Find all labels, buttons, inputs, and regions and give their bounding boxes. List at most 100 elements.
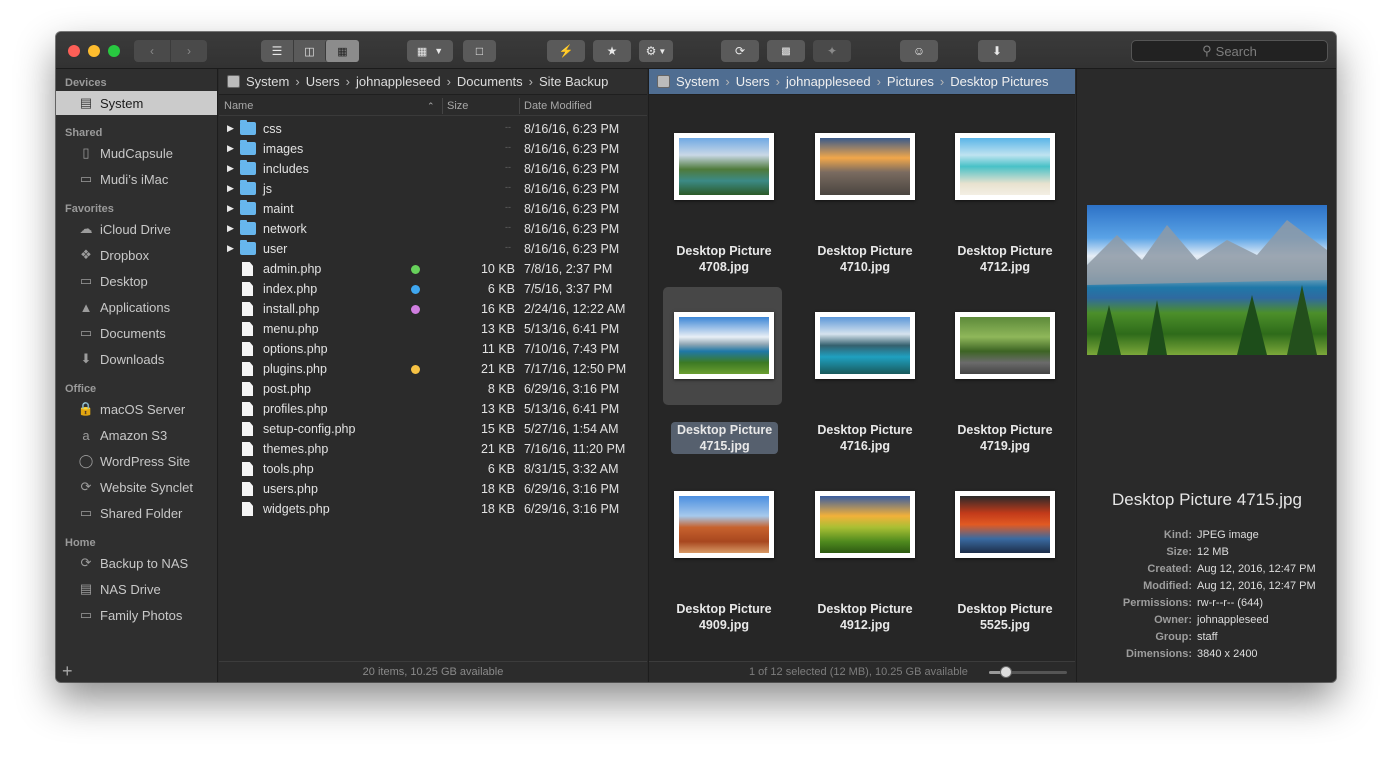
sidebar-item-macos-server[interactable]: 🔒 macOS Server — [56, 397, 217, 421]
file-row[interactable]: admin.php 10 KB 7/8/16, 2:37 PM — [219, 259, 647, 279]
sidebar-item-backup-to-nas[interactable]: ⟳ Backup to NAS — [56, 551, 217, 575]
image-caption[interactable]: Desktop Picture 4708.jpg — [664, 243, 784, 275]
file-row[interactable]: themes.php 21 KB 7/16/16, 11:20 PM — [219, 439, 647, 459]
image-caption[interactable]: Desktop Picture 4719.jpg — [945, 422, 1065, 454]
sidebar-item-documents[interactable]: ▭ Documents — [56, 321, 217, 345]
image-thumbnail[interactable] — [815, 133, 915, 200]
image-thumbnail[interactable] — [674, 312, 774, 379]
sidebar-item-applications[interactable]: ▲ Applications — [56, 295, 217, 319]
disclosure-triangle-icon[interactable]: ▶ — [227, 183, 234, 194]
new-file-button[interactable]: □ — [463, 40, 496, 62]
forward-button[interactable]: › — [170, 40, 207, 62]
image-thumbnail[interactable] — [955, 312, 1055, 379]
zoom-window-button[interactable] — [108, 45, 120, 57]
disclosure-triangle-icon[interactable]: ▶ — [227, 223, 234, 234]
file-row[interactable]: widgets.php 18 KB 6/29/16, 3:16 PM — [219, 499, 647, 519]
image-caption[interactable]: Desktop Picture 4712.jpg — [945, 243, 1065, 275]
sidebar-item-icloud-drive[interactable]: ☁ iCloud Drive — [56, 217, 217, 241]
breadcrumb-item[interactable]: › Users — [719, 74, 769, 89]
breadcrumb-item[interactable]: › johnappleseed — [340, 74, 441, 89]
disclosure-triangle-icon[interactable]: ▶ — [227, 123, 234, 134]
sidebar-item-shared-folder[interactable]: ▭ Shared Folder — [56, 501, 217, 525]
file-row[interactable]: install.php 16 KB 2/24/16, 12:22 AM — [219, 299, 647, 319]
icon-view-button[interactable]: ▦ — [325, 40, 359, 62]
disclosure-triangle-icon[interactable]: ▶ — [227, 143, 234, 154]
image-caption[interactable]: Desktop Picture 5525.jpg — [945, 601, 1065, 633]
folder-row[interactable]: ▶ js -- 8/16/16, 6:23 PM — [219, 179, 647, 199]
column-size-header[interactable]: Size — [447, 100, 468, 112]
sidebar-item-dropbox[interactable]: ❖ Dropbox — [56, 243, 217, 267]
sidebar-item-website-synclet[interactable]: ⟳ Website Synclet — [56, 475, 217, 499]
file-row[interactable]: menu.php 13 KB 5/13/16, 6:41 PM — [219, 319, 647, 339]
image-thumbnail[interactable] — [955, 491, 1055, 558]
disclosure-triangle-icon[interactable]: ▶ — [227, 203, 234, 214]
image-caption[interactable]: Desktop Picture 4715.jpg — [671, 422, 779, 454]
folder-row[interactable]: ▶ network -- 8/16/16, 6:23 PM — [219, 219, 647, 239]
image-caption[interactable]: Desktop Picture 4909.jpg — [664, 601, 784, 633]
image-caption[interactable]: Desktop Picture 4710.jpg — [805, 243, 925, 275]
sidebar-item-desktop[interactable]: ▭ Desktop — [56, 269, 217, 293]
file-row[interactable]: tools.php 6 KB 8/31/15, 3:32 AM — [219, 459, 647, 479]
sidebar-item-system[interactable]: ▤ System — [56, 91, 217, 115]
folder-row[interactable]: ▶ images -- 8/16/16, 6:23 PM — [219, 139, 647, 159]
favorite-button[interactable]: ★ — [593, 40, 631, 62]
image-caption[interactable]: Desktop Picture 4716.jpg — [805, 422, 925, 454]
download-button[interactable]: ⬇ — [978, 40, 1016, 62]
image-thumbnail[interactable] — [815, 312, 915, 379]
refresh-button[interactable]: ⟳ — [721, 40, 759, 62]
file-row[interactable]: plugins.php 21 KB 7/17/16, 12:50 PM — [219, 359, 647, 379]
terminal-button[interactable]: ▩ — [767, 40, 805, 62]
image-caption[interactable]: Desktop Picture 4912.jpg — [805, 601, 925, 633]
image-thumbnail[interactable] — [674, 133, 774, 200]
file-row[interactable]: index.php 6 KB 7/5/16, 3:37 PM — [219, 279, 647, 299]
file-row[interactable]: users.php 18 KB 6/29/16, 3:16 PM — [219, 479, 647, 499]
icon-size-slider[interactable] — [989, 666, 1067, 678]
column-name-header[interactable]: Name — [224, 100, 253, 112]
sidebar-item-family-photos[interactable]: ▭ Family Photos — [56, 603, 217, 627]
image-thumbnail[interactable] — [674, 491, 774, 558]
emoji-button[interactable]: ☺ — [900, 40, 938, 62]
action-menu-button[interactable]: ⚙ ▼ — [639, 40, 673, 62]
sidebar-item-downloads[interactable]: ⬇ Downloads — [56, 347, 217, 371]
image-thumbnail[interactable] — [815, 491, 915, 558]
back-button[interactable]: ‹ — [134, 40, 170, 62]
breadcrumb-item[interactable]: System — [227, 74, 289, 89]
sidebar-item-wordpress-site[interactable]: ◯ WordPress Site — [56, 449, 217, 473]
sparkle-button[interactable]: ✦ — [813, 40, 851, 62]
column-date-header[interactable]: Date Modified — [524, 100, 592, 112]
sidebar-item-mudcapsule[interactable]: ▯ MudCapsule — [56, 141, 217, 165]
sidebar-item-amazon-s3[interactable]: a Amazon S3 — [56, 423, 217, 447]
add-location-button[interactable]: + — [62, 661, 73, 682]
minimize-window-button[interactable] — [88, 45, 100, 57]
file-row[interactable]: setup-config.php 15 KB 5/27/16, 1:54 AM — [219, 419, 647, 439]
folder-row[interactable]: ▶ css -- 8/16/16, 6:23 PM — [219, 119, 647, 139]
folder-row[interactable]: ▶ includes -- 8/16/16, 6:23 PM — [219, 159, 647, 179]
breadcrumb-item[interactable]: › Users — [289, 74, 339, 89]
disclosure-triangle-icon[interactable]: ▶ — [227, 163, 234, 174]
quick-action-button[interactable]: ⚡ — [547, 40, 585, 62]
close-window-button[interactable] — [68, 45, 80, 57]
breadcrumb-item[interactable]: › Desktop Pictures — [934, 74, 1049, 89]
breadcrumb-item[interactable]: › Documents — [441, 74, 523, 89]
file-name: images — [263, 142, 304, 156]
search-input[interactable]: ⚲ Search — [1131, 40, 1328, 62]
file-row[interactable]: post.php 8 KB 6/29/16, 3:16 PM — [219, 379, 647, 399]
file-row[interactable]: options.php 11 KB 7/10/16, 7:43 PM — [219, 339, 647, 359]
file-row[interactable]: profiles.php 13 KB 5/13/16, 6:41 PM — [219, 399, 647, 419]
arrange-dropdown[interactable]: ▦ ▼ — [407, 40, 453, 62]
folder-row[interactable]: ▶ user -- 8/16/16, 6:23 PM — [219, 239, 647, 259]
image-thumbnail[interactable] — [955, 133, 1055, 200]
breadcrumb-item[interactable]: System — [657, 74, 719, 89]
breadcrumb-item[interactable]: › johnappleseed — [770, 74, 871, 89]
metadata-key: Size: — [1166, 546, 1192, 558]
list-view-button[interactable]: ☰ — [261, 40, 293, 62]
slider-knob[interactable] — [1000, 666, 1013, 678]
folder-row[interactable]: ▶ maint -- 8/16/16, 6:23 PM — [219, 199, 647, 219]
column-view-button[interactable]: ◫ — [293, 40, 325, 62]
breadcrumb-item[interactable]: › Site Backup — [523, 74, 609, 89]
sidebar-item-nas-drive[interactable]: ▤ NAS Drive — [56, 577, 217, 601]
disclosure-triangle-icon[interactable]: ▶ — [227, 243, 234, 254]
breadcrumb-label: System — [246, 74, 290, 89]
sidebar-item-mudi-s-imac[interactable]: ▭ Mudi’s iMac — [56, 167, 217, 191]
breadcrumb-item[interactable]: › Pictures — [871, 74, 934, 89]
